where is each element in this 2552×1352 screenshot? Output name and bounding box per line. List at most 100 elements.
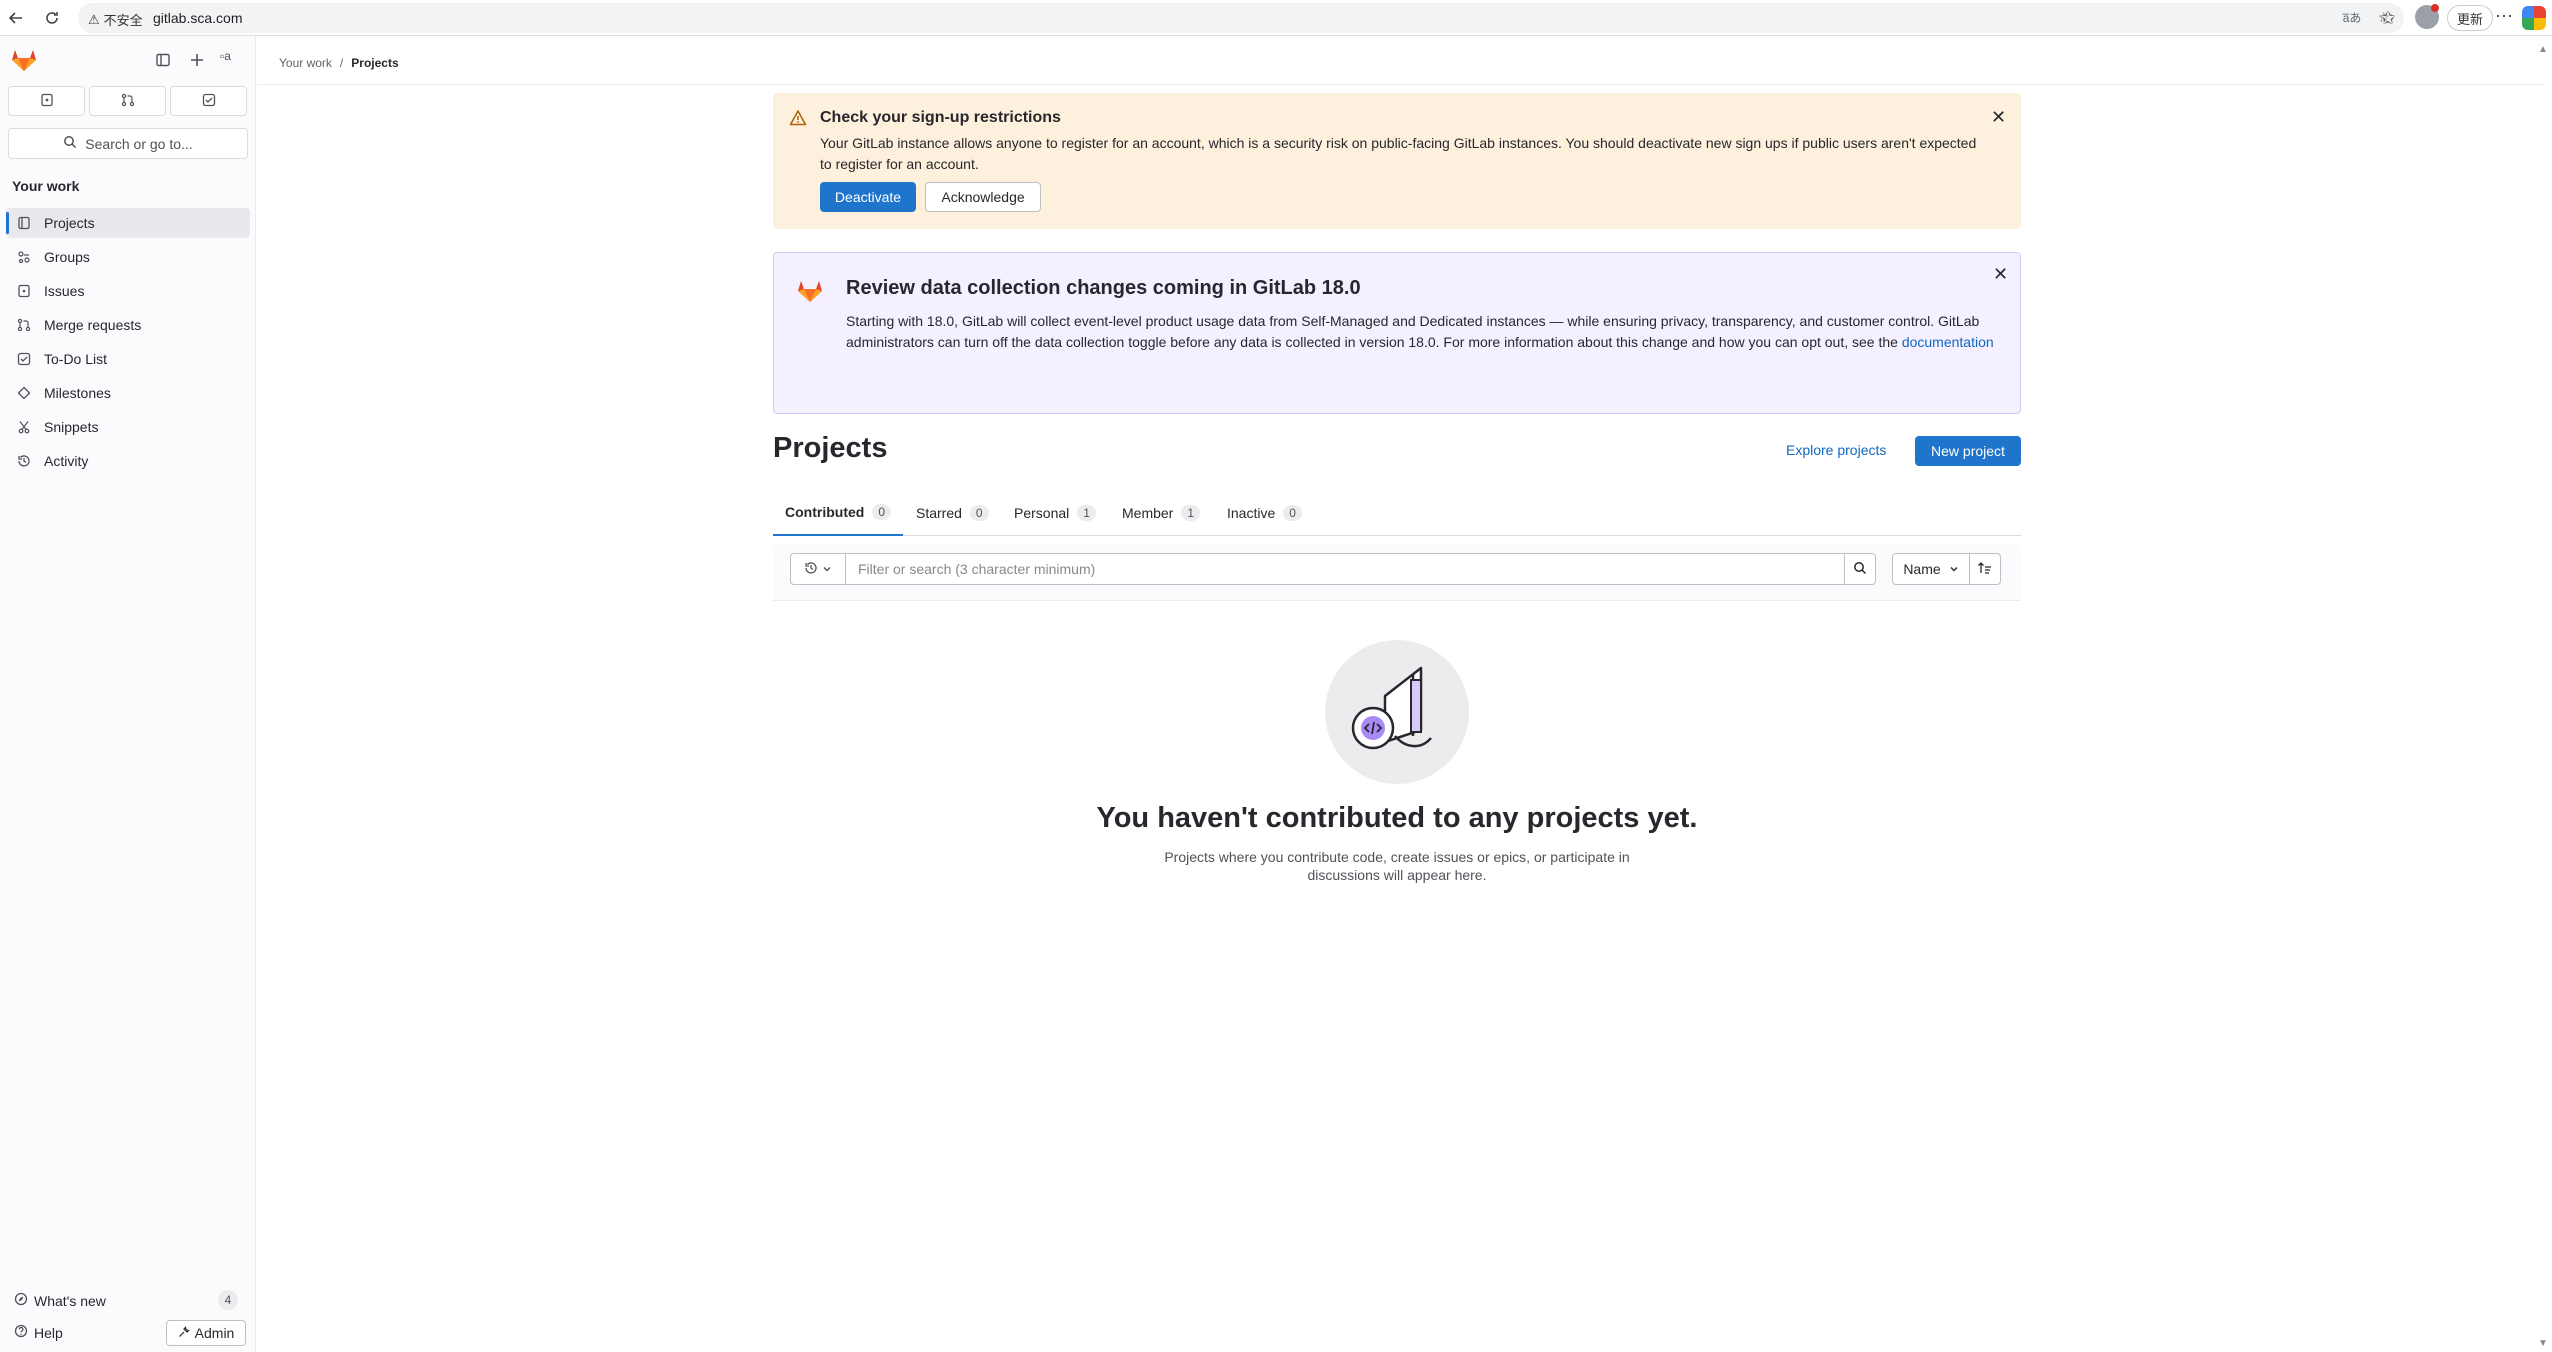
whats-new-count-badge: 4: [218, 1290, 238, 1310]
sidebar-item-merge-requests[interactable]: Merge requests: [6, 310, 250, 340]
scroll-up-icon[interactable]: ▲: [2538, 44, 2548, 55]
history-icon: [16, 453, 32, 469]
compass-icon: [14, 1292, 28, 1309]
gitlab-logo-icon: [796, 277, 824, 305]
tab-label: Member: [1122, 505, 1174, 521]
avatar-alt-text: a: [224, 49, 231, 63]
whats-new-link[interactable]: What's new: [14, 1292, 106, 1309]
help-label: Help: [34, 1324, 63, 1341]
help-link[interactable]: Help: [14, 1324, 63, 1341]
recent-searches-dropdown[interactable]: [790, 553, 846, 585]
empty-state-title: You haven't contributed to any projects …: [1096, 802, 1698, 834]
tab-count-badge: 1: [1077, 505, 1096, 521]
tab-count-badge: 1: [1181, 505, 1201, 521]
sidebar-item-issues[interactable]: Issues: [6, 276, 250, 306]
filter-search-input[interactable]: Filter or search (3 character minimum): [845, 553, 1845, 585]
todo-icon: [202, 93, 216, 110]
sidebar-item-milestones[interactable]: Milestones: [6, 378, 250, 408]
tab-contributed[interactable]: Contributed 0: [773, 490, 904, 536]
tab-inactive[interactable]: Inactive 0: [1215, 490, 1314, 536]
sort-dropdown[interactable]: Name: [1892, 553, 1970, 585]
warning-icon: [789, 109, 807, 127]
sidebar-item-groups[interactable]: Groups: [6, 242, 250, 272]
close-icon[interactable]: ✕: [1991, 108, 2006, 126]
alert-title: Review data collection changes coming in…: [846, 277, 1361, 299]
empty-state-description: Projects where you contribute code, crea…: [1164, 849, 1630, 883]
tab-personal[interactable]: Personal 1: [1002, 490, 1108, 536]
url-text[interactable]: gitlab.sca.com: [153, 10, 242, 26]
sidebar-item-projects[interactable]: Projects: [6, 208, 250, 238]
gitlab-logo-icon[interactable]: [10, 46, 38, 74]
breadcrumb: Your work / Projects: [279, 56, 399, 70]
user-avatar[interactable]: ▫a: [220, 49, 231, 63]
todo-icon: [16, 351, 32, 367]
tab-label: Starred: [916, 505, 962, 521]
breadcrumb-your-work[interactable]: Your work: [279, 56, 332, 70]
search-submit-button[interactable]: [1844, 553, 1876, 585]
acknowledge-button[interactable]: Acknowledge: [925, 182, 1041, 212]
filter-bar: Filter or search (3 character minimum) N…: [773, 545, 2021, 601]
header-divider: [257, 84, 2544, 85]
question-icon: [14, 1324, 28, 1341]
tab-count-badge: 0: [872, 504, 892, 520]
page-title: Projects: [773, 432, 888, 464]
documentation-link[interactable]: documentation: [1902, 334, 1994, 350]
deactivate-button[interactable]: Deactivate: [820, 182, 916, 212]
address-bar[interactable]: ⚠ 不安全 gitlab.sca.com a̅あ ☆: [78, 3, 2404, 33]
sidebar-item-label: Activity: [44, 453, 89, 469]
todo-button[interactable]: [170, 86, 247, 116]
sort-lowest-icon: [1977, 561, 1993, 578]
alert-body: Your GitLab instance allows anyone to re…: [820, 135, 1977, 172]
notification-dot: [2431, 4, 2439, 12]
chevron-down-icon: [822, 561, 832, 577]
update-button[interactable]: 更新: [2447, 5, 2493, 31]
close-icon[interactable]: ✕: [1993, 265, 2008, 283]
favorites-icon[interactable]: ✩: [2376, 6, 2400, 30]
alert-title: Check your sign-up restrictions: [820, 109, 1061, 126]
warning-triangle-icon: ⚠: [88, 11, 100, 27]
merge-request-icon: [121, 93, 135, 110]
admin-button[interactable]: Admin: [166, 1320, 246, 1346]
projects-tabs: Contributed 0 Starred 0 Personal 1 Membe…: [773, 490, 2021, 536]
explore-projects-link[interactable]: Explore projects: [1786, 442, 1886, 458]
tab-starred[interactable]: Starred 0: [904, 490, 1001, 536]
assigned-issues-button[interactable]: [8, 86, 85, 116]
search-button[interactable]: Search or go to...: [8, 128, 248, 159]
scroll-down-icon[interactable]: ▼: [2538, 1338, 2548, 1349]
security-indicator[interactable]: ⚠ 不安全: [88, 10, 143, 29]
snippet-icon: [16, 419, 32, 435]
sidebar-item-label: Issues: [44, 283, 85, 299]
sidebar-toggle-icon[interactable]: [152, 49, 174, 71]
search-icon: [63, 135, 77, 152]
history-icon: [804, 561, 818, 578]
tab-member[interactable]: Member 1: [1110, 490, 1212, 536]
sidebar-item-activity[interactable]: Activity: [6, 446, 250, 476]
project-icon: [16, 215, 32, 231]
alert-body-text: Starting with 18.0, GitLab will collect …: [846, 313, 1980, 350]
sort-direction-button[interactable]: [1969, 553, 2001, 585]
search-label: Search or go to...: [85, 135, 193, 152]
sidebar-item-snippets[interactable]: Snippets: [6, 412, 250, 442]
create-new-icon[interactable]: [186, 49, 208, 71]
sort-label: Name: [1903, 561, 1941, 577]
tab-count-badge: 0: [1283, 505, 1302, 521]
sidebar: ▫a Search or go to... Your work Projects…: [0, 36, 256, 1352]
sidebar-item-label: Merge requests: [44, 317, 142, 333]
tab-label: Inactive: [1227, 505, 1276, 521]
browser-toolbar: ⚠ 不安全 gitlab.sca.com a̅あ ☆ ✩ 更新 ⋯: [0, 0, 2552, 36]
back-icon[interactable]: [4, 6, 28, 30]
breadcrumb-projects[interactable]: Projects: [351, 56, 398, 70]
data-collection-alert: Review data collection changes coming in…: [773, 252, 2021, 414]
group-icon: [16, 249, 32, 265]
sidebar-item-todo-list[interactable]: To-Do List: [6, 344, 250, 374]
extension-icon[interactable]: [2522, 6, 2546, 30]
sidebar-item-label: To-Do List: [44, 351, 108, 367]
more-menu-icon[interactable]: ⋯: [2495, 6, 2513, 27]
new-project-button[interactable]: New project: [1915, 436, 2021, 466]
admin-label: Admin: [194, 1325, 235, 1341]
translate-icon[interactable]: a̅あ: [2343, 9, 2362, 26]
reload-icon[interactable]: [40, 6, 64, 30]
section-title: Your work: [12, 178, 80, 194]
merge-requests-button[interactable]: [89, 86, 166, 116]
issues-icon: [16, 283, 32, 299]
